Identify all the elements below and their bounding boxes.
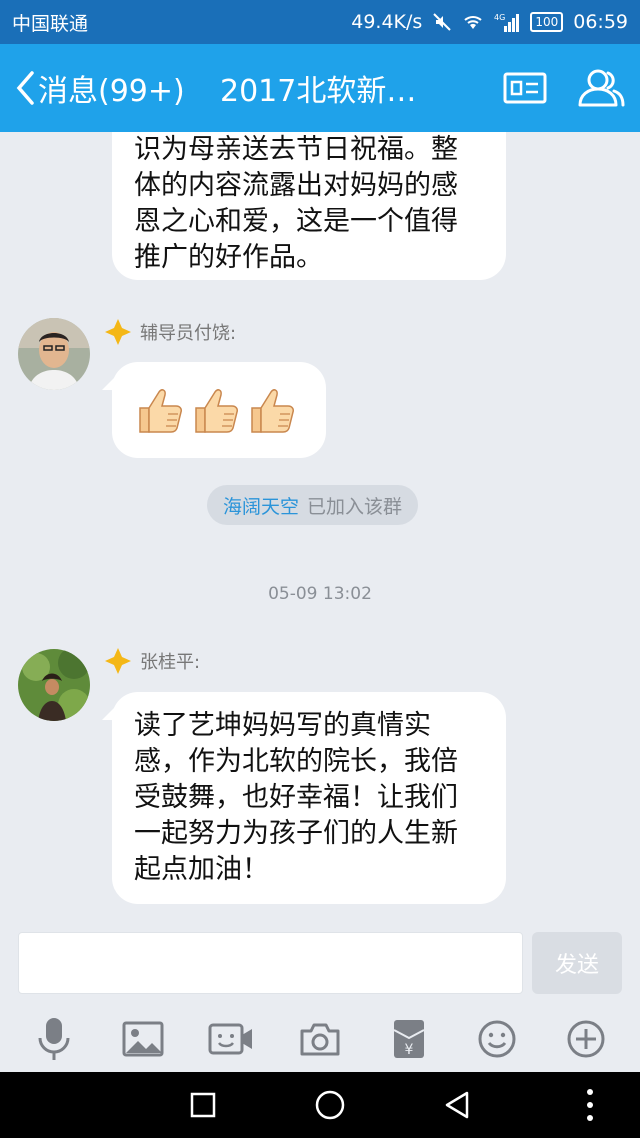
- message-text: 读了艺坤妈妈写的真情实感，作为北软的院长，我倍受鼓舞，也好幸福！让我们一起努力为…: [134, 710, 458, 885]
- input-toolbar: ¥: [0, 1006, 640, 1072]
- avatar[interactable]: [18, 318, 90, 390]
- wifi-icon: [462, 13, 484, 31]
- member-joined-notice: 海阔天空 已加入该群: [207, 485, 419, 525]
- voice-button[interactable]: [24, 1014, 84, 1064]
- group-card-icon[interactable]: [502, 70, 548, 106]
- video-call-icon: [208, 1023, 253, 1055]
- avatar[interactable]: [18, 649, 90, 721]
- plus-circle-icon: [567, 1020, 605, 1058]
- emoji-button[interactable]: [467, 1014, 527, 1064]
- sender-name: 辅导员付饶:: [140, 323, 237, 344]
- sender-name-line: 张桂平:: [104, 647, 200, 675]
- title-actions: [502, 67, 640, 109]
- microphone-icon: [38, 1018, 70, 1060]
- send-button[interactable]: 发送: [532, 932, 622, 994]
- message-bubble[interactable]: 识为母亲送去节日祝福。整体的内容流露出对妈妈的感恩之心和爱，这是一个值得推广的好…: [112, 132, 506, 280]
- system-nav-bar: [0, 1072, 640, 1138]
- red-packet-button[interactable]: ¥: [379, 1014, 439, 1064]
- battery-indicator: 100: [530, 12, 564, 32]
- joined-member-name[interactable]: 海阔天空: [223, 492, 299, 519]
- camera-button[interactable]: [290, 1014, 350, 1064]
- image-icon: [122, 1021, 164, 1057]
- more-button[interactable]: [556, 1014, 616, 1064]
- recent-apps-icon[interactable]: [189, 1091, 217, 1119]
- sender-name: 张桂平:: [140, 652, 201, 673]
- signal-icon: 4G: [494, 12, 520, 32]
- more-vert-icon[interactable]: [586, 1088, 594, 1122]
- video-call-button[interactable]: [201, 1014, 261, 1064]
- mute-icon: [432, 12, 452, 32]
- svg-text:¥: ¥: [404, 1042, 413, 1058]
- chat-area[interactable]: 识为母亲送去节日祝福。整体的内容流露出对妈妈的感恩之心和爱，这是一个值得推广的好…: [0, 132, 640, 926]
- back-label: 消息(99+): [38, 74, 185, 109]
- emoji-icon: [478, 1020, 516, 1058]
- home-icon[interactable]: [314, 1089, 346, 1121]
- title-bar: 消息(99+) 2017北软新…: [0, 44, 640, 132]
- image-button[interactable]: [113, 1014, 173, 1064]
- message-timestamp: 05-09 13:02: [268, 584, 372, 604]
- back-button[interactable]: 消息(99+): [0, 66, 200, 110]
- input-bar: 发送: [0, 926, 640, 1006]
- svg-text:4G: 4G: [494, 13, 505, 22]
- joined-text: 已加入该群: [307, 495, 403, 518]
- back-nav-icon[interactable]: [443, 1090, 471, 1120]
- thumbs-up-icon: [139, 389, 182, 433]
- chevron-left-icon: [16, 71, 34, 105]
- sparkle-icon: [105, 648, 131, 674]
- status-right: 49.4K/s 4G 100 06:59: [351, 11, 628, 33]
- page-title: 2017北软新…: [220, 74, 417, 109]
- message-text: 识为母亲送去节日祝福。整体的内容流露出对妈妈的感恩之心和爱，这是一个值得推广的好…: [134, 134, 458, 273]
- sender-name-line: 辅导员付饶:: [104, 318, 236, 346]
- red-packet-icon: ¥: [393, 1020, 425, 1058]
- status-bar: 中国联通 49.4K/s 4G 100 06:59: [0, 0, 640, 44]
- group-members-icon[interactable]: [576, 67, 626, 109]
- network-speed: 49.4K/s: [351, 11, 423, 33]
- message-bubble-thumbs[interactable]: [112, 362, 326, 458]
- message-input[interactable]: [18, 932, 523, 994]
- sparkle-icon: [105, 319, 131, 345]
- clock: 06:59: [573, 11, 628, 33]
- thumbs-up-icon: [195, 389, 238, 433]
- thumbs-up-icon: [251, 389, 294, 433]
- message-bubble[interactable]: 读了艺坤妈妈写的真情实感，作为北软的院长，我倍受鼓舞，也好幸福！让我们一起努力为…: [112, 692, 506, 904]
- camera-icon: [300, 1023, 340, 1056]
- carrier-label: 中国联通: [12, 12, 89, 35]
